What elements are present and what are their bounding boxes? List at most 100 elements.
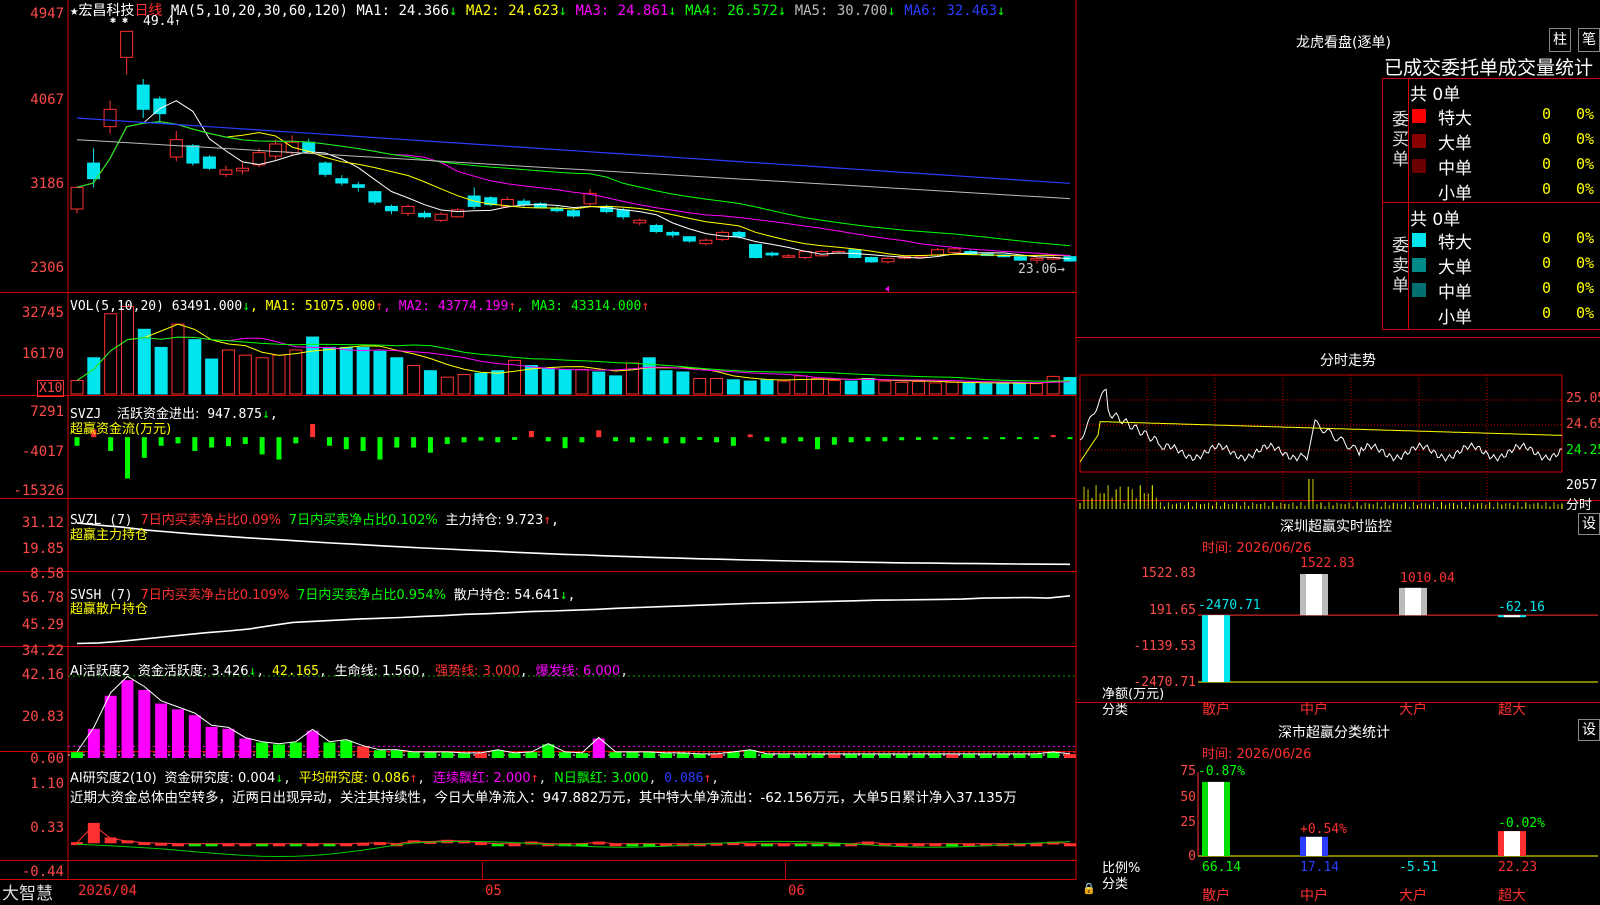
svzj-bar: [528, 430, 534, 438]
buy-row-pct: 0%: [1576, 155, 1595, 173]
vol-unit-badge[interactable]: X10: [37, 380, 65, 397]
vol-ma-item-3: , MA3: 43314.000↑: [516, 299, 650, 314]
candle-body: [517, 200, 531, 206]
volume-bar: [289, 349, 303, 395]
volume-bar: [827, 380, 841, 395]
y-tick-ai-research-0: 1.10: [30, 776, 64, 792]
ai-active-bar: [1047, 752, 1060, 758]
sz-class-bottom-label-3: -5.51: [1399, 860, 1439, 875]
candle-body: [401, 205, 415, 214]
candle-body: [252, 152, 266, 166]
sell-row-swatch: [1412, 283, 1426, 297]
ai-active-bar: [862, 754, 875, 758]
candle-body: [169, 139, 183, 158]
brand-logo[interactable]: 大智慧: [2, 879, 53, 904]
candle-body: [947, 248, 961, 253]
volume-bar: [642, 357, 656, 395]
ai-active-bar: [811, 754, 824, 758]
ai-active-bar: [929, 754, 942, 758]
y-tick-svzj-2: -15326: [13, 483, 64, 499]
volume-bar: [356, 346, 370, 395]
ai-active-bar: [340, 740, 353, 758]
y-tick-main-1: 4067: [30, 92, 64, 108]
ai-active-bar: [626, 752, 639, 758]
ai-active-bar: [357, 746, 370, 758]
volume-bar: [996, 382, 1010, 395]
sz-monitor-value-4: -62.16: [1498, 600, 1545, 615]
volume-bar: [104, 313, 118, 395]
ai-active-bar: [575, 753, 588, 758]
buy-row-value: 0: [1542, 130, 1552, 148]
sz-monitor-value-3: 1010.04: [1400, 571, 1455, 586]
candle-body: [136, 84, 150, 110]
vol-ma-item-2: , MA2: 43774.199↑: [383, 299, 517, 314]
buy-side-label: 委买单: [1392, 110, 1409, 170]
volume-bar: [710, 377, 724, 395]
sz-monitor-settings-button[interactable]: 设: [1578, 513, 1600, 535]
sz-class-top-label-4: -0.02%: [1498, 816, 1545, 831]
stock-name[interactable]: 宏昌科技: [78, 3, 134, 19]
candle-body: [269, 143, 283, 157]
volume-bar: [457, 374, 471, 395]
ai-active-bar: [744, 750, 757, 758]
volume-bar: [373, 350, 387, 395]
candle-body: [186, 145, 200, 164]
volume-bar: [541, 367, 555, 395]
ai-active-bar: [761, 754, 774, 758]
volume-bar: [306, 336, 320, 395]
svzj-bar: [562, 437, 568, 449]
svzj-bar: [697, 437, 703, 440]
svzj-bar: [343, 437, 349, 450]
svzj-bar: [259, 437, 265, 455]
ai-active-bar: [878, 754, 891, 758]
ai-active-bar: [306, 730, 319, 758]
ai-active-bar: [727, 752, 740, 758]
sz-monitor-bar-4: [1498, 615, 1526, 618]
lhb-bar-button[interactable]: 柱: [1549, 28, 1571, 52]
ai-active-p1: 资金活跃度: 3.426: [137, 664, 249, 679]
sell-row-value: 0: [1542, 229, 1552, 247]
ai-active-bar: [643, 752, 656, 758]
volume-bar: [592, 371, 606, 395]
candle-body: [1030, 257, 1044, 261]
svsh-p1: 7日内买卖净占比0.109%: [140, 588, 290, 603]
candle-body: [881, 257, 895, 263]
svzj-bar: [1067, 437, 1073, 440]
sz-class-settings-button[interactable]: 设: [1578, 719, 1600, 741]
volume-bar: [726, 379, 740, 395]
volume-bar: [87, 357, 101, 395]
ai-active-bar: [1013, 754, 1026, 758]
sz-class-bar-2: [1300, 836, 1328, 856]
volume-bar: [1029, 383, 1043, 395]
volume-bar: [844, 380, 858, 395]
candle-body: [666, 231, 680, 236]
volume-bar: [255, 357, 269, 395]
volume-bar: [221, 349, 235, 395]
lock-icon[interactable]: 🔒: [1082, 882, 1096, 895]
sz-class-category-1: 散户: [1202, 888, 1230, 904]
svzj-bar: [1017, 437, 1023, 440]
sz-class-y-tick-0: 75: [1180, 764, 1196, 779]
sz-class-y-tick-1: 50: [1180, 790, 1196, 805]
svzj-bar: [798, 437, 804, 442]
y-tick-svsh-1: 45.29: [21, 617, 64, 633]
candle-body: [202, 156, 216, 169]
volume-bar: [676, 371, 690, 395]
ai-active-p3: 生命线: 1.560: [334, 664, 420, 679]
ma-legend: MA1: 24.366↓ MA2: 24.623↓ MA3: 24.861↓ M…: [356, 3, 1005, 19]
period-marker-icon: [885, 286, 889, 292]
candle-body: [616, 209, 630, 218]
sz-class-title: 深市超赢分类统计: [1278, 725, 1390, 741]
svzj-bar: [478, 437, 484, 441]
y-tick-svzl-1: 19.85: [21, 541, 64, 557]
volume-bar: [120, 306, 134, 395]
buy-row-value: 0: [1542, 155, 1552, 173]
candle-body: [318, 162, 332, 175]
sell-row-pct: 0%: [1576, 229, 1595, 247]
sz-class-category-4: 超大: [1498, 888, 1526, 904]
vol-header: VOL(5,10,20) 63491.000↓, MA1: 51075.000↑…: [70, 299, 649, 314]
lhb-tick-button[interactable]: 笔: [1578, 28, 1600, 52]
volume-bar: [659, 370, 673, 395]
candle-body: [682, 236, 696, 242]
ai-active-p4: 强势线: 3.000: [435, 664, 520, 679]
